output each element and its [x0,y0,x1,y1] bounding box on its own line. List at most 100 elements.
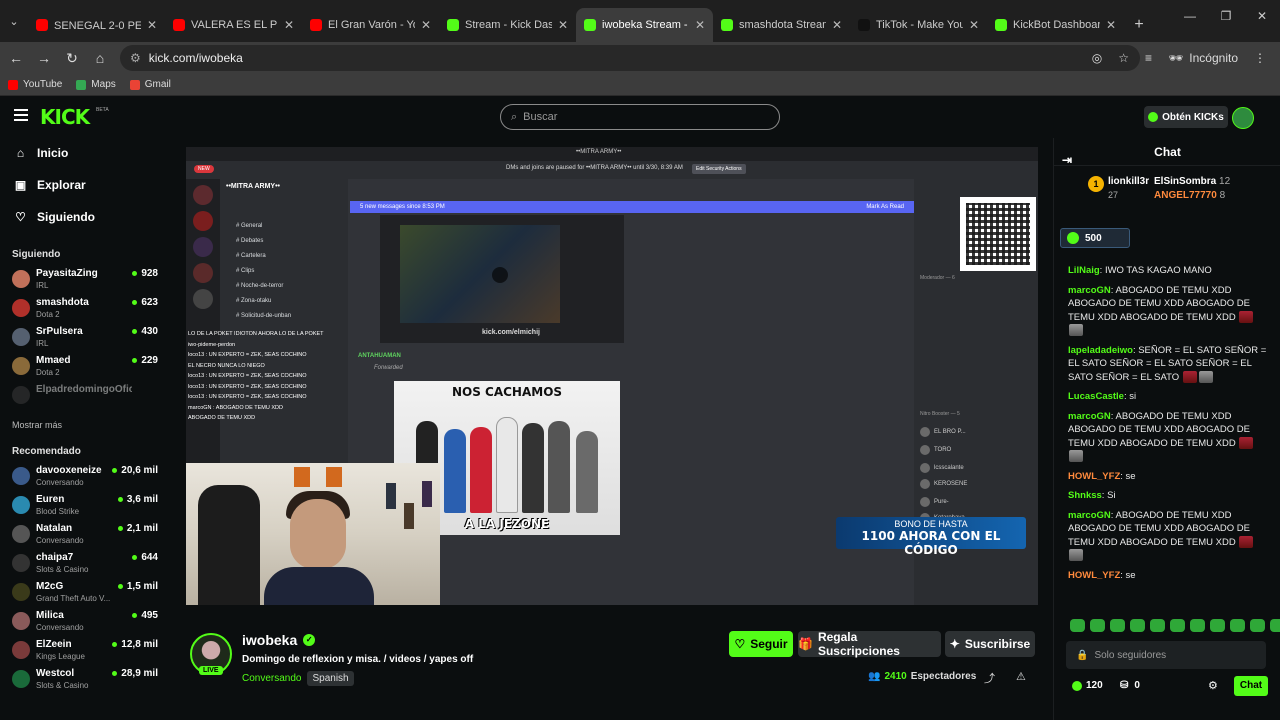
sidebar-channel[interactable]: Euren Blood Strike 3,6 mil [12,492,162,520]
eye-off-icon[interactable]: ◎ [1092,51,1102,65]
bookmark-youtube[interactable]: YouTube [8,79,62,90]
emote-icon[interactable] [1170,619,1185,632]
nav-following[interactable]: ♡ Siguiendo [14,210,95,224]
browser-tab[interactable]: Stream - Kick Dashboard ✕ [439,8,576,42]
follow-button[interactable]: ♡ Seguir [729,631,793,657]
chat-username[interactable]: Shnkss [1068,490,1102,501]
browser-tab[interactable]: TikTok - Make Your Day ✕ [850,8,987,42]
chat-username[interactable]: marcoGN [1068,411,1111,422]
browser-tab[interactable]: SENEGAL 2-0 PERÚ 🔥 NO ✕ [28,8,165,42]
close-tab-icon[interactable]: ✕ [969,18,979,32]
menu-icon[interactable]: ⋮ [1254,51,1266,65]
close-tab-icon[interactable]: ✕ [1106,18,1116,32]
sidebar-channel[interactable]: ElZeein Kings League 12,8 mil [12,637,162,665]
back-icon[interactable]: ← [4,50,28,66]
chat-message[interactable]: LilNaig: IWO TAS KAGAO MANO [1054,264,1280,278]
sidebar-channel[interactable]: SrPulsera IRL 430 [12,324,162,352]
nav-home[interactable]: ⌂ Inicio [14,146,68,160]
close-tab-icon[interactable]: ✕ [695,18,705,32]
emote-icon[interactable] [1270,619,1280,632]
report-icon[interactable]: ⚠ [1016,670,1026,683]
browser-tab[interactable]: VALERA ES EL PEOR 9 D ✕ [165,8,302,42]
close-tab-icon[interactable]: ✕ [421,18,431,32]
chat-message[interactable]: marcoGN: ABOGADO DE TEMU XDD ABOGADO DE … [1054,410,1280,464]
category-link[interactable]: Conversando [242,673,301,684]
get-kicks-button[interactable]: Obtén KICKs [1144,106,1228,128]
new-tab-button[interactable]: + [1124,8,1154,42]
close-tab-icon[interactable]: ✕ [558,18,568,32]
kicks-balance[interactable]: 120 [1072,680,1103,691]
settings-gear-icon[interactable]: ⚙ [1208,679,1218,692]
reading-list-icon[interactable]: ≡ [1145,51,1152,65]
chat-username[interactable]: marcoGN [1068,285,1111,296]
chat-username[interactable]: lapeladadeiwo [1068,345,1133,356]
sidebar-channel[interactable]: Milica Conversando 495 [12,608,162,636]
video-player[interactable]: ••MITRA ARMY•• NEW DMs and joins are pau… [186,147,1038,605]
sidebar-channel[interactable]: chaipa7 Slots & Casino 644 [12,550,162,578]
tab-search-icon[interactable]: ⌄ [0,0,28,42]
bookmark-gmail[interactable]: Gmail [129,79,171,90]
emote-icon[interactable] [1110,619,1125,632]
url-field[interactable]: ⚙ kick.com/iwobeka [120,45,1140,71]
user-avatar[interactable] [1232,107,1254,129]
sidebar-channel[interactable]: ElpadredomingoOficial [12,382,162,410]
sidebar-channel[interactable]: Natalan Conversando 2,1 mil [12,521,162,549]
chat-username[interactable]: LilNaig [1068,265,1100,276]
sidebar-channel[interactable]: Westcol Slots & Casino 28,9 mil [12,666,162,694]
chat-message[interactable]: marcoGN: ABOGADO DE TEMU XDD ABOGADO DE … [1054,284,1280,338]
chat-message[interactable]: Shnkss: Si [1054,489,1280,503]
forward-icon[interactable]: → [32,50,56,66]
hamburger-menu-icon[interactable] [14,109,28,121]
sidebar-channel[interactable]: M2cG Grand Theft Auto V... 1,5 mil [12,579,162,607]
browser-tab[interactable]: KickBot Dashboard ✕ [987,8,1124,42]
chat-username[interactable]: HOWL_YFZ [1068,471,1120,482]
bookmark-maps[interactable]: Maps [76,79,116,90]
emote-icon[interactable] [1090,619,1105,632]
leader-first[interactable]: lionkill3r [1108,176,1149,187]
channel-points[interactable]: ⛁ 0 [1120,680,1140,691]
chat-message[interactable]: LucasCastle: si [1054,390,1280,404]
leader-third[interactable]: ANGEL77770 8 [1154,190,1225,201]
restore-icon[interactable]: ❐ [1208,0,1244,32]
show-more-link[interactable]: Mostrar más [12,420,62,430]
sidebar-channel[interactable]: PayasitaZing IRL 928 [12,266,162,294]
pinned-kicks[interactable]: 500 [1060,228,1130,248]
emote-icon[interactable] [1230,619,1245,632]
close-window-icon[interactable]: ✕ [1244,0,1280,32]
close-tab-icon[interactable]: ✕ [832,18,842,32]
close-tab-icon[interactable]: ✕ [147,18,157,32]
sidebar-channel[interactable]: Mmaed Dota 2 229 [12,353,162,381]
nav-browse[interactable]: ▣ Explorar [14,178,86,192]
chat-input[interactable]: 🔒 Solo seguidores [1066,641,1266,669]
leader-second[interactable]: ElSinSombra 12 [1154,176,1230,187]
share-icon[interactable]: ⤴ [984,670,995,686]
sidebar-channel[interactable]: smashdota Dota 2 623 [12,295,162,323]
home-icon[interactable]: ⌂ [88,50,112,66]
emote-icon[interactable] [1070,619,1085,632]
chat-username[interactable]: marcoGN [1068,510,1111,521]
browser-tab[interactable]: smashdota Stream - Wat ✕ [713,8,850,42]
browser-tab[interactable]: iwobeka Stream - Wat ✕ [576,8,713,42]
chat-username[interactable]: LucasCastle [1068,391,1124,402]
chat-message[interactable]: lapeladadeiwo: SEÑOR = EL SATO SEÑOR = E… [1054,344,1280,385]
gift-subs-button[interactable]: 🎁 Regala Suscripciones [798,630,941,658]
reload-icon[interactable]: ↻ [60,50,84,67]
browser-tab[interactable]: El Gran Varón - YouTube ✕ [302,8,439,42]
emote-icon[interactable] [1150,619,1165,632]
language-tag[interactable]: Spanish [307,671,354,686]
chat-message[interactable]: marcoGN: ABOGADO DE TEMU XDD ABOGADO DE … [1054,509,1280,563]
emote-icon[interactable] [1190,619,1205,632]
send-chat-button[interactable]: Chat [1234,676,1268,696]
chat-message[interactable]: HOWL_YFZ: se [1054,569,1280,583]
sidebar-channel[interactable]: davooxeneize Conversando 20,6 mil [12,463,162,491]
minimize-icon[interactable]: — [1172,0,1208,32]
streamer-name[interactable]: iwobeka ✓ [242,632,316,648]
subscribe-button[interactable]: ✦ Suscribirse [945,631,1035,657]
incognito-indicator[interactable]: 🕶 Incógnito [1168,51,1238,65]
emote-icon[interactable] [1210,619,1225,632]
kick-logo[interactable]: KICK [40,105,90,129]
bookmark-star-icon[interactable]: ☆ [1118,51,1129,65]
emote-icon[interactable] [1250,619,1265,632]
site-info-icon[interactable]: ⚙ [130,51,141,65]
close-tab-icon[interactable]: ✕ [284,18,294,32]
